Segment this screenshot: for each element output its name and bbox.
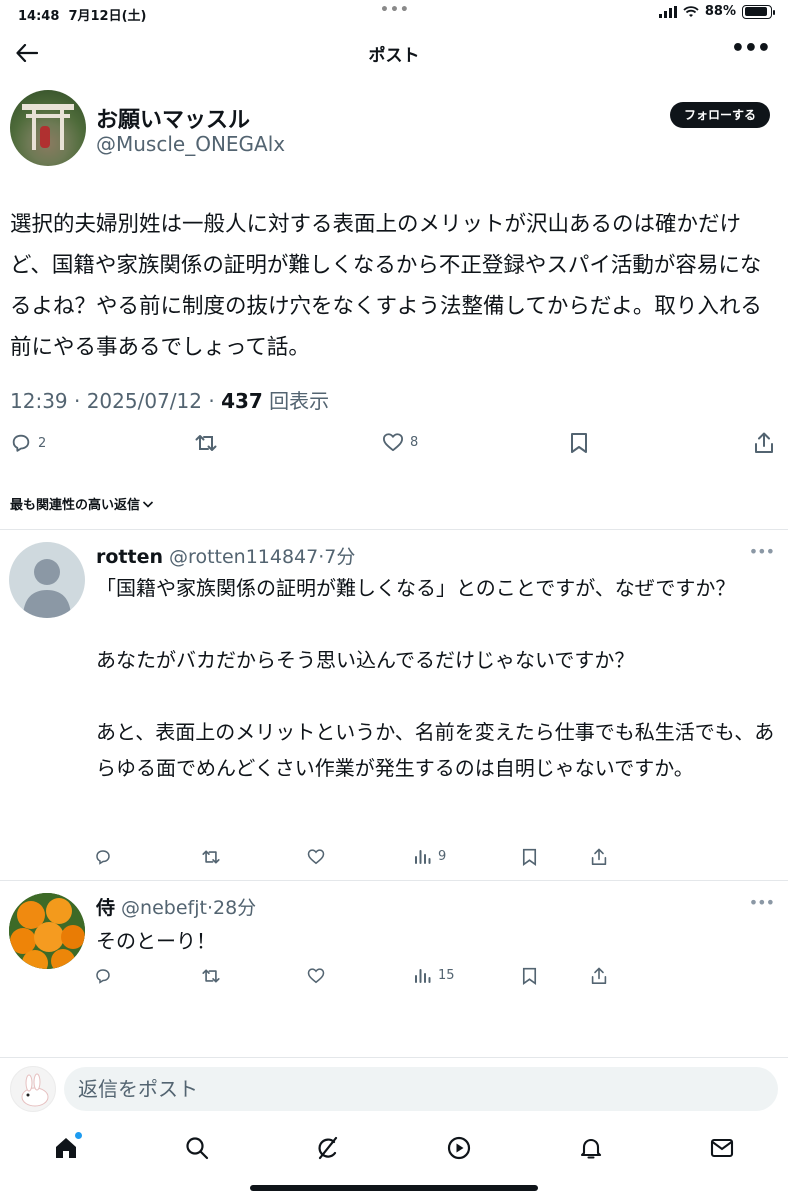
signal-icon: [658, 5, 677, 18]
bookmark-button[interactable]: [522, 967, 537, 985]
views-button[interactable]: 9: [414, 848, 446, 864]
reply-count: 2: [38, 435, 47, 451]
reply-header: rotten @rotten114847·7分: [96, 542, 355, 569]
post-actions: 2 8: [0, 432, 788, 462]
bookmark-button[interactable]: [570, 432, 588, 454]
share-button[interactable]: [591, 967, 607, 985]
notification-dot: [75, 1132, 82, 1139]
reply-sort-label: 最も関連性の高い返信: [10, 498, 141, 513]
tab-search[interactable]: [183, 1134, 211, 1162]
repost-button[interactable]: [194, 432, 218, 454]
analytics-icon: [415, 850, 431, 864]
divider: [0, 880, 788, 881]
status-right: 88%: [658, 4, 775, 19]
share-icon: [591, 967, 607, 984]
divider: [0, 529, 788, 530]
bookmark-button[interactable]: [522, 848, 537, 866]
reply-actions: 9: [0, 848, 788, 878]
avatar[interactable]: [10, 90, 86, 166]
avatar[interactable]: [9, 893, 85, 969]
bookmark-icon: [571, 433, 587, 453]
battery-percent: 88%: [704, 4, 736, 19]
heart-icon: [307, 968, 325, 984]
multitasking-dots-icon[interactable]: •••: [380, 2, 410, 18]
heart-icon: [382, 433, 403, 452]
share-icon: [591, 848, 607, 865]
views-button[interactable]: 15: [414, 967, 455, 983]
repost-icon: [195, 435, 217, 451]
tab-video[interactable]: [445, 1134, 473, 1162]
reply-text: そのとーり！: [96, 929, 216, 953]
home-icon: [56, 1138, 76, 1158]
status-bar: 14:48 7月12日(土) ••• 88%: [0, 0, 788, 26]
reply-author-name[interactable]: 侍: [96, 897, 115, 919]
reply-icon: [12, 434, 30, 452]
repost-icon: [202, 850, 220, 864]
view-count: 437: [221, 389, 263, 413]
views-label: 回表示: [262, 389, 330, 413]
reply-text: 「国籍や家族関係の証明が難しくなる」とのことですが、なぜですか？ あなたがバカだ…: [96, 576, 775, 780]
status-date: 7月12日(土): [68, 9, 147, 24]
follow-button[interactable]: フォローする: [669, 102, 770, 128]
battery-icon: [742, 4, 775, 19]
reply-button[interactable]: [94, 967, 112, 985]
reply-button[interactable]: 2: [10, 432, 46, 454]
nav-header: ポスト •••: [0, 26, 788, 80]
home-indicator[interactable]: [250, 1185, 538, 1191]
reply-input[interactable]: [64, 1067, 778, 1111]
reply-composer: [0, 1058, 788, 1122]
bookmark-icon: [522, 967, 537, 985]
more-options-icon[interactable]: •••: [731, 36, 771, 61]
reply-icon: [96, 969, 110, 984]
search-icon: [186, 1137, 209, 1160]
repost-button[interactable]: [201, 848, 221, 866]
reply-handle-time: @rotten114847·7分: [163, 546, 356, 568]
reply-button[interactable]: [94, 848, 112, 866]
reply-icon: [96, 850, 110, 865]
reply-actions: 15: [0, 967, 788, 997]
reply-more-icon[interactable]: •••: [749, 542, 775, 561]
bookmark-icon: [522, 848, 537, 866]
tab-home[interactable]: [52, 1132, 82, 1162]
analytics-icon: [415, 969, 431, 983]
author-name[interactable]: お願いマッスル: [96, 102, 250, 134]
reply-header: 侍 @nebefjt·28分: [96, 893, 256, 920]
grok-icon: [318, 1136, 338, 1160]
play-icon: [447, 1136, 471, 1160]
like-button[interactable]: [307, 967, 325, 984]
reply-more-icon[interactable]: •••: [749, 893, 775, 912]
like-button[interactable]: 8: [382, 432, 418, 452]
reply-handle-time: @nebefjt·28分: [115, 897, 257, 919]
status-time: 14:48 7月12日(土): [18, 9, 147, 24]
chevron-down-icon: [142, 501, 154, 508]
repost-icon: [202, 969, 220, 983]
bell-icon: [580, 1138, 602, 1159]
avatar[interactable]: [10, 1066, 56, 1112]
like-button[interactable]: [307, 848, 325, 865]
tab-notifications[interactable]: [577, 1134, 605, 1162]
reply-view-count: 15: [438, 967, 455, 983]
mail-icon: [710, 1138, 734, 1158]
post-meta: 12:39 · 2025/07/12 · 437 回表示: [10, 385, 329, 414]
share-button[interactable]: [754, 432, 774, 454]
post-timestamp: 12:39 · 2025/07/12 ·: [10, 389, 222, 413]
wifi-icon: [683, 5, 699, 17]
reply-sort-dropdown[interactable]: 最も関連性の高い返信: [10, 494, 154, 513]
page-title: ポスト: [368, 46, 420, 66]
tab-grok[interactable]: [314, 1134, 342, 1162]
reply-author-name[interactable]: rotten: [96, 546, 163, 568]
reply-view-count: 9: [438, 848, 447, 864]
post-text: 選択的夫婦別姓は一般人に対する表面上のメリットが沢山あるのは確かだけど、国籍や家…: [10, 212, 762, 360]
avatar[interactable]: [9, 542, 85, 618]
share-button[interactable]: [591, 848, 607, 866]
tab-messages[interactable]: [708, 1134, 736, 1162]
share-icon: [755, 432, 773, 453]
author-handle[interactable]: @Muscle_ONEGAlx: [96, 132, 285, 156]
heart-icon: [307, 849, 325, 865]
like-count: 8: [410, 434, 419, 450]
repost-button[interactable]: [201, 967, 221, 985]
bottom-tab-bar: [0, 1128, 788, 1168]
